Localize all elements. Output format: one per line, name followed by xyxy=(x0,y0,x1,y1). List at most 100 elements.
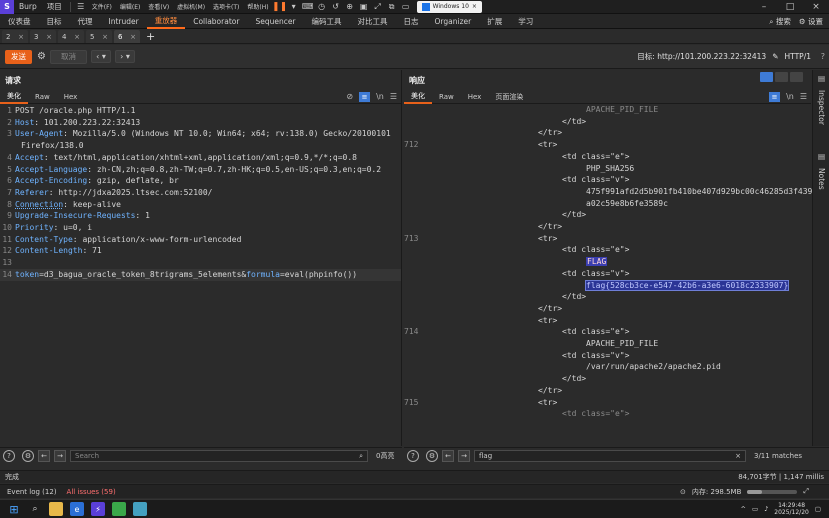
list-icon[interactable]: ☰ xyxy=(75,1,87,12)
repeater-tab[interactable]: 3 × xyxy=(30,30,56,43)
browser-icon[interactable]: e xyxy=(70,502,84,516)
tab-logger[interactable]: 日志 xyxy=(396,14,427,29)
pause-icon[interactable]: ❚❚ xyxy=(272,1,287,12)
view-icon[interactable]: ▭ xyxy=(400,1,412,12)
revert-icon[interactable]: ↺ xyxy=(330,1,342,12)
menu-icon[interactable]: ☰ xyxy=(390,92,397,101)
inspector-icon[interactable]: ▤ xyxy=(817,74,826,83)
tab-comparer[interactable]: 对比工具 xyxy=(350,14,396,29)
prev-match-button[interactable]: ← xyxy=(38,450,50,462)
gear-icon[interactable]: ⚙ xyxy=(22,450,34,462)
menu-icon[interactable]: ☰ xyxy=(800,92,807,101)
tab-learn[interactable]: 学习 xyxy=(510,14,541,29)
clock[interactable]: 14:29:48 2025/12/20 xyxy=(774,502,809,516)
help-icon[interactable]: ? xyxy=(821,52,825,61)
window-close-icon[interactable]: × xyxy=(803,0,829,14)
app-icon[interactable] xyxy=(112,502,126,516)
menu-file[interactable]: 文件(F) xyxy=(88,2,116,11)
layout-tab-icon[interactable] xyxy=(790,72,803,82)
network-icon[interactable]: ▭ xyxy=(752,505,758,513)
tab-collaborator[interactable]: Collaborator xyxy=(185,14,247,29)
close-icon[interactable]: × xyxy=(18,33,24,41)
close-icon[interactable]: × xyxy=(130,33,136,41)
minimize-icon[interactable]: – xyxy=(751,0,777,14)
forward-button[interactable]: › ▾ xyxy=(114,50,135,63)
notes-tab[interactable]: Notes xyxy=(817,168,826,190)
menu-vm[interactable]: 虚拟机(M) xyxy=(173,2,209,11)
search-icon[interactable]: ⌕ xyxy=(28,502,42,516)
notes-icon[interactable]: ▤ xyxy=(817,152,826,161)
layout-stack-icon[interactable] xyxy=(775,72,788,82)
maximize-icon[interactable]: □ xyxy=(777,0,803,14)
expand-icon[interactable]: ⤢ xyxy=(803,487,809,496)
burp-icon[interactable]: ⚡ xyxy=(91,502,105,516)
project-menu[interactable]: 项目 xyxy=(42,1,67,12)
tab-hex[interactable]: Hex xyxy=(461,90,489,104)
response-editor[interactable]: APACHE_PID_FILE </td> </tr> 712 <tr> <td clas… xyxy=(404,104,812,420)
newline-icon[interactable]: \n xyxy=(786,92,794,101)
folder-icon[interactable] xyxy=(49,502,63,516)
gear-icon[interactable]: ⚙ xyxy=(37,51,46,62)
event-log-link[interactable]: Event log (12) xyxy=(0,488,57,496)
tab-dashboard[interactable]: 仪表盘 xyxy=(0,14,39,29)
help-icon[interactable]: ? xyxy=(407,450,419,462)
close-icon[interactable]: × xyxy=(102,33,108,41)
tab-organizer[interactable]: Organizer xyxy=(427,14,480,29)
vm-tab[interactable]: Windows 10 × xyxy=(416,0,482,13)
wrap-icon[interactable]: ≡ xyxy=(769,91,781,102)
response-search-input[interactable]: flag × xyxy=(474,450,746,462)
gear-icon[interactable]: ⚙ xyxy=(426,450,438,462)
tab-intruder[interactable]: Intruder xyxy=(101,14,147,29)
close-icon[interactable]: × xyxy=(46,33,52,41)
tab-proxy[interactable]: 代理 xyxy=(70,14,101,29)
prev-match-button[interactable]: ← xyxy=(442,450,454,462)
terminal-icon[interactable]: ▣ xyxy=(358,1,370,12)
menu-help[interactable]: 帮助(H) xyxy=(243,2,272,11)
all-issues-link[interactable]: All issues (59) xyxy=(57,488,116,496)
tab-sequencer[interactable]: Sequencer xyxy=(247,14,303,29)
add-tab-button[interactable]: + xyxy=(146,30,155,43)
close-icon[interactable]: × xyxy=(472,3,477,10)
tray-arrow-icon[interactable]: ^ xyxy=(740,505,745,513)
tab-decoder[interactable]: 编码工具 xyxy=(304,14,350,29)
volume-icon[interactable]: ♪ xyxy=(764,505,768,513)
snapshot-icon[interactable]: ◷ xyxy=(316,1,328,12)
tab-hex[interactable]: Hex xyxy=(57,90,85,104)
settings-button[interactable]: ⚙ 设置 xyxy=(799,16,823,27)
repeater-tab[interactable]: 5 × xyxy=(86,30,112,43)
tab-raw[interactable]: Raw xyxy=(28,90,57,104)
help-icon[interactable]: ? xyxy=(3,450,15,462)
request-editor[interactable]: 1 POST /oracle.php HTTP/1.1 2 Host: 101.200… xyxy=(0,104,401,281)
http-version[interactable]: HTTP/1 xyxy=(785,52,812,61)
newline-icon[interactable]: \n xyxy=(376,92,384,101)
edit-icon[interactable]: ✎ xyxy=(772,52,778,61)
next-match-button[interactable]: → xyxy=(458,450,470,462)
menu-edit[interactable]: 编辑(E) xyxy=(116,2,144,11)
tab-pretty[interactable]: 美化 xyxy=(404,90,432,104)
start-icon[interactable]: ⊞ xyxy=(7,502,21,516)
tab-render[interactable]: 页面渲染 xyxy=(488,90,530,104)
tab-target[interactable]: 目标 xyxy=(39,14,70,29)
menu-view[interactable]: 查看(V) xyxy=(144,2,173,11)
hide-icon[interactable]: ⊘ xyxy=(346,92,353,101)
layout-side-icon[interactable] xyxy=(760,72,773,82)
clear-icon[interactable]: × xyxy=(735,452,741,460)
dropdown-icon[interactable]: ▾ xyxy=(288,1,300,12)
close-icon[interactable]: × xyxy=(74,33,80,41)
send-button[interactable]: 发送 xyxy=(5,49,32,64)
fullscreen-icon[interactable]: ⤢ xyxy=(372,1,384,12)
repeater-tab[interactable]: 2 × xyxy=(2,30,28,43)
repeater-tab[interactable]: 4 × xyxy=(58,30,84,43)
wrap-icon[interactable]: ≡ xyxy=(359,91,371,102)
app-icon[interactable] xyxy=(133,502,147,516)
cancel-button[interactable]: 取消 xyxy=(49,49,87,64)
unity-icon[interactable]: ⧉ xyxy=(386,1,398,12)
next-match-button[interactable]: → xyxy=(54,450,66,462)
repeater-tab-active[interactable]: 6 × xyxy=(114,30,140,43)
back-button[interactable]: ‹ ▾ xyxy=(90,50,111,63)
request-search-input[interactable]: Search ⌕ xyxy=(70,450,368,462)
tab-extensions[interactable]: 扩展 xyxy=(479,14,510,29)
tab-pretty[interactable]: 美化 xyxy=(0,90,28,104)
tab-raw[interactable]: Raw xyxy=(432,90,461,104)
manage-icon[interactable]: ⊕ xyxy=(344,1,356,12)
